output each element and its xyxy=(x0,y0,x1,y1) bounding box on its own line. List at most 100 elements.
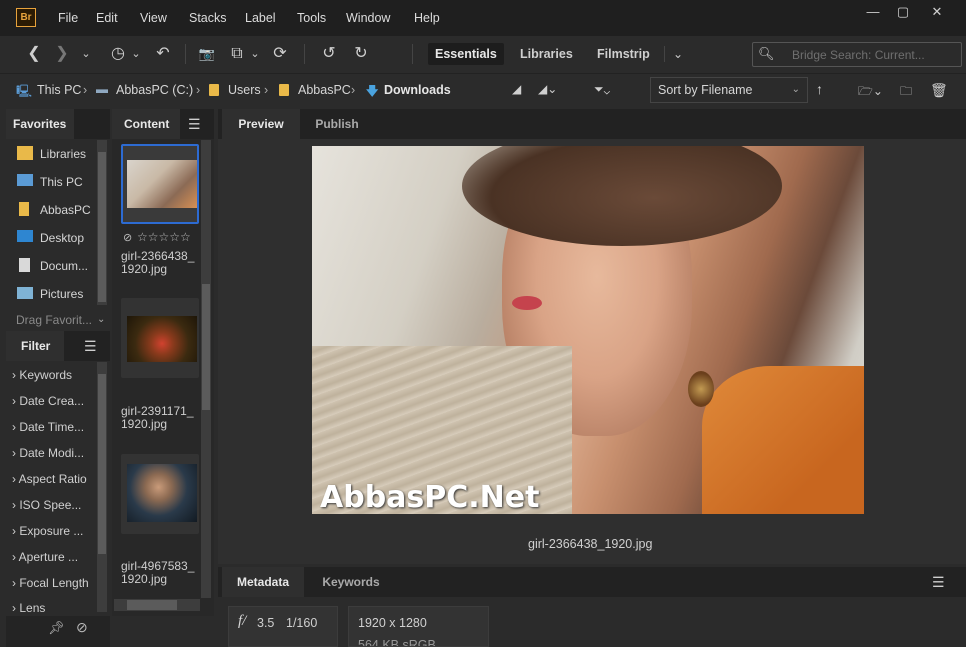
download-icon: 🡇 xyxy=(366,84,379,98)
breadcrumb-users[interactable]: Users xyxy=(228,83,261,97)
filter-iso-speed[interactable]: › ISO Spee... xyxy=(12,498,81,512)
panel-menu-icon[interactable]: ☰ xyxy=(188,116,201,133)
favorite-this-pc[interactable]: This PC xyxy=(40,175,83,189)
tab-metadata[interactable]: Metadata xyxy=(222,567,304,597)
tab-favorites[interactable]: Favorites xyxy=(6,109,74,139)
chevron-right-icon[interactable]: › xyxy=(83,83,87,97)
content-scrollbar-thumb[interactable] xyxy=(202,284,210,410)
panel-menu-icon[interactable]: ☰ xyxy=(932,574,945,591)
thumbnail-image xyxy=(127,464,197,522)
workspace-libraries[interactable]: Libraries xyxy=(513,43,580,65)
sort-direction-icon[interactable]: ↑ xyxy=(816,81,823,97)
pictures-icon xyxy=(17,287,33,299)
minimize-button[interactable]: — xyxy=(858,3,888,21)
chevron-down-icon[interactable]: ⌄ xyxy=(128,44,144,64)
file-data-box: 1920 x 1280 564 KB sRGB xyxy=(348,606,489,647)
favorite-pictures[interactable]: Pictures xyxy=(40,287,83,301)
chevron-down-icon[interactable]: ⌄ xyxy=(247,44,263,64)
rating-stars[interactable]: ☆☆☆☆☆ xyxy=(137,230,191,244)
filter-exposure[interactable]: › Exposure ... xyxy=(12,524,83,538)
close-button[interactable]: ✕ xyxy=(922,3,952,21)
refresh-icon[interactable]: ⟳ xyxy=(269,44,291,64)
document-icon xyxy=(19,258,30,272)
menu-stacks[interactable]: Stacks xyxy=(189,11,227,25)
divider xyxy=(664,46,665,62)
copy-icon[interactable]: ⧉ xyxy=(226,44,248,64)
filter-aspect-ratio[interactable]: › Aspect Ratio xyxy=(12,472,87,486)
reject-icon[interactable]: ⊘ xyxy=(123,231,132,244)
folder-icon xyxy=(279,84,289,96)
workspace-essentials[interactable]: Essentials xyxy=(428,43,504,65)
history-icon[interactable]: ◷ xyxy=(106,44,130,64)
menu-file[interactable]: File xyxy=(58,11,78,25)
breadcrumb-this-pc[interactable]: This PC xyxy=(37,83,81,97)
filter-date-created[interactable]: › Date Crea... xyxy=(12,394,84,408)
filter-lens[interactable]: › Lens xyxy=(12,601,45,615)
tab-preview[interactable]: Preview xyxy=(222,109,300,139)
filter-keywords[interactable]: › Keywords xyxy=(12,368,72,382)
filter-label: Aspect Ratio xyxy=(18,472,87,486)
filter-aperture[interactable]: › Aperture ... xyxy=(12,550,78,564)
tab-publish[interactable]: Publish xyxy=(302,109,372,139)
maximize-button[interactable]: ▢ xyxy=(888,3,918,21)
folder-icon xyxy=(209,84,219,96)
filter-label: Focal Length xyxy=(19,576,89,590)
pin-icon[interactable]: 📌︎ xyxy=(48,620,65,636)
folder-icon xyxy=(19,202,29,216)
bridge-logo: Br xyxy=(16,8,36,27)
sort-select[interactable]: Sort by Filename ⌄ xyxy=(650,77,808,103)
favorites-scrollbar-thumb[interactable] xyxy=(98,152,106,302)
open-recent-icon[interactable]: 🗁⌄ xyxy=(858,82,883,103)
trash-icon[interactable]: 🗑 xyxy=(930,82,948,99)
favorite-documents[interactable]: Docum... xyxy=(40,259,88,273)
content-h-scrollbar-thumb[interactable] xyxy=(127,600,177,610)
filesize-value: 564 KB sRGB xyxy=(358,638,436,647)
computer-icon xyxy=(17,174,33,186)
menu-edit[interactable]: Edit xyxy=(96,11,118,25)
favorite-libraries[interactable]: Libraries xyxy=(40,147,86,161)
filter-date-modified[interactable]: › Date Modi... xyxy=(12,446,84,460)
menu-label[interactable]: Label xyxy=(245,11,276,25)
menu-window[interactable]: Window xyxy=(346,11,390,25)
chevron-down-icon[interactable]: ⌄ xyxy=(76,44,96,64)
divider xyxy=(304,44,305,64)
filter-focal-length[interactable]: › Focal Length xyxy=(12,576,89,590)
workspace-filmstrip[interactable]: Filmstrip xyxy=(590,43,657,65)
panel-menu-icon[interactable]: ☰ xyxy=(84,338,97,355)
clear-filter-icon[interactable]: ⊘ xyxy=(76,619,88,636)
forward-icon[interactable]: ❯ xyxy=(52,44,72,64)
favorite-abbaspc[interactable]: AbbasPC xyxy=(40,203,91,217)
file-name-line2: 1920.jpg xyxy=(121,572,168,586)
filter-icon[interactable]: ⏷⌄ xyxy=(594,82,610,97)
rotate-right-icon[interactable]: ↻ xyxy=(350,44,372,64)
chevron-right-icon[interactable]: › xyxy=(264,83,268,97)
workspace-more-icon[interactable]: ⌄ xyxy=(668,44,688,64)
filter-scrollbar-thumb[interactable] xyxy=(98,374,106,554)
quality-icon[interactable]: ◢ xyxy=(512,82,521,96)
divider xyxy=(185,44,186,64)
menu-help[interactable]: Help xyxy=(414,11,440,25)
thumbnail-quality-icon[interactable]: ◢⌄ xyxy=(538,82,557,96)
tab-filter[interactable]: Filter xyxy=(6,331,64,361)
tab-content[interactable]: Content xyxy=(112,109,180,139)
camera-icon[interactable]: 📷 xyxy=(196,44,218,64)
breadcrumb-downloads[interactable]: Downloads xyxy=(384,83,451,97)
boomerang-icon[interactable]: ↶ xyxy=(153,44,173,64)
menu-view[interactable]: View xyxy=(140,11,167,25)
divider xyxy=(412,44,413,64)
menu-tools[interactable]: Tools xyxy=(297,11,326,25)
chevron-right-icon[interactable]: › xyxy=(196,83,200,97)
filter-date-time[interactable]: › Date Time... xyxy=(12,420,84,434)
search-input[interactable]: Bridge Search: Current... xyxy=(792,48,925,62)
chevron-down-icon[interactable]: ⌄ xyxy=(97,314,105,325)
breadcrumb-abbaspc[interactable]: AbbasPC xyxy=(298,83,351,97)
favorite-desktop[interactable]: Desktop xyxy=(40,231,84,245)
breadcrumb-drive[interactable]: AbbasPC (C:) xyxy=(116,83,193,97)
chevron-down-icon: ⌄ xyxy=(791,84,800,95)
new-folder-icon[interactable]: 🗀 xyxy=(900,82,912,103)
filter-label: Exposure ... xyxy=(19,524,84,538)
chevron-right-icon[interactable]: › xyxy=(351,83,355,97)
back-icon[interactable]: ❮ xyxy=(24,44,44,64)
tab-keywords[interactable]: Keywords xyxy=(306,567,396,597)
rotate-left-icon[interactable]: ↺ xyxy=(318,44,340,64)
